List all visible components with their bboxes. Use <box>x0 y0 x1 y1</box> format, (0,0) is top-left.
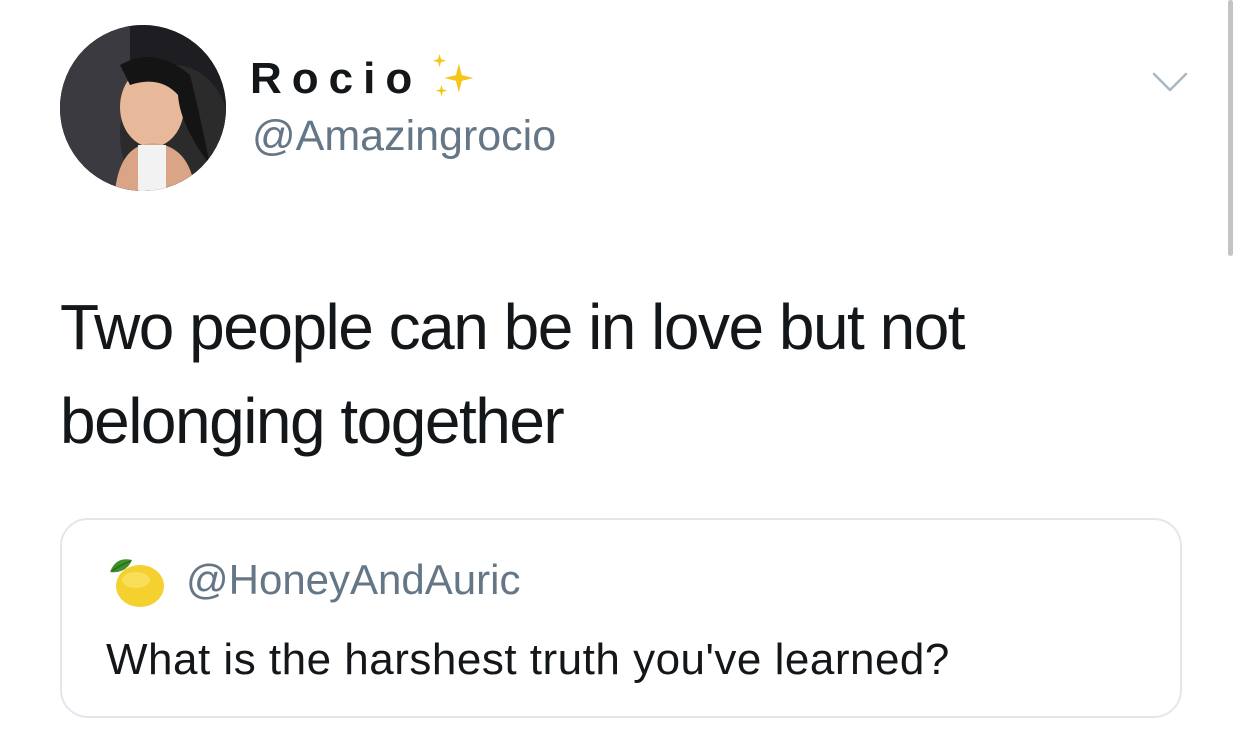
sparkles-icon <box>426 50 484 108</box>
tweet: Rocio @Amazingrocio Two people can be in… <box>0 0 1242 749</box>
avatar[interactable] <box>60 25 226 191</box>
avatar-image <box>60 25 226 191</box>
quoted-tweet-text: What is the harshest truth you've learne… <box>106 635 950 684</box>
scrollbar[interactable] <box>1228 0 1233 256</box>
lemon-icon <box>104 550 168 614</box>
quoted-tweet-card[interactable]: @HoneyAndAuric What is the harshest trut… <box>60 518 1182 718</box>
quoted-tweet-handle[interactable]: @HoneyAndAuric <box>186 554 520 606</box>
chevron-down-icon[interactable] <box>1150 62 1190 102</box>
display-name-text: Rocio <box>250 54 423 103</box>
author-handle[interactable]: @Amazingrocio <box>252 110 556 162</box>
display-name[interactable]: Rocio <box>250 50 484 108</box>
tweet-text: Two people can be in love but not belong… <box>60 291 966 457</box>
